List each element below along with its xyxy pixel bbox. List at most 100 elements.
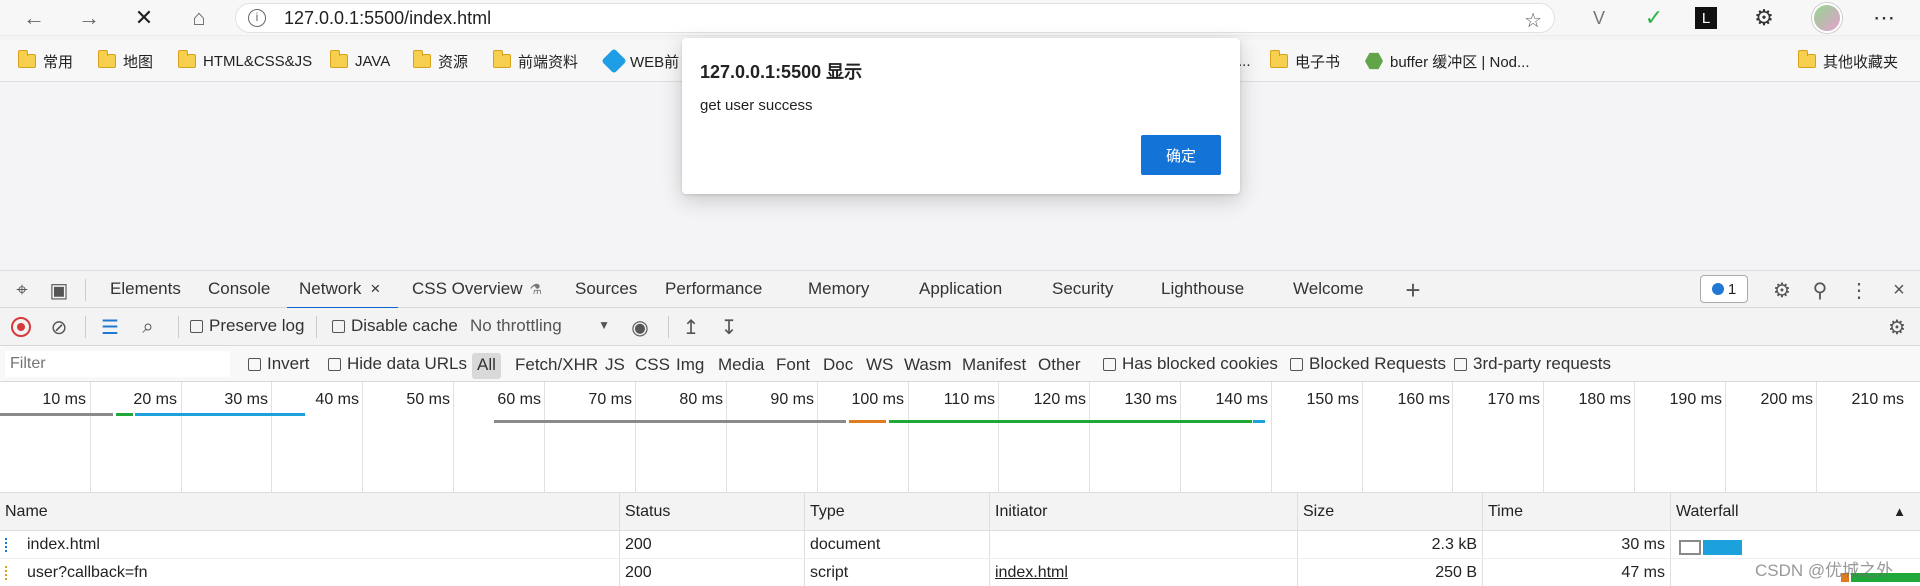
bookmark-html-css-js[interactable]: HTML&CSS&JS [178,49,312,73]
filter-font[interactable]: Font [771,353,815,379]
bookmark-web[interactable]: WEB前 [601,48,679,74]
puzzle-icon[interactable]: ⚙ [1750,5,1778,31]
tab-welcome[interactable]: Welcome [1293,279,1364,299]
waterfall-column-header[interactable]: Waterfall ▲ [1670,493,1920,530]
filter-other[interactable]: Other [1033,353,1086,379]
invert-checkbox[interactable]: Invert [248,354,310,374]
table-row[interactable]: user?callback=fn 200 script index.html 2… [0,559,1920,586]
messages-badge[interactable]: 1 [1700,275,1748,303]
record-icon[interactable] [11,317,31,337]
filter-all[interactable]: All [472,353,501,379]
tab-performance[interactable]: Performance [665,279,762,299]
filter-doc[interactable]: Doc [818,353,858,379]
bookmark-resources[interactable]: 资源 [413,49,468,73]
url-text[interactable]: 127.0.0.1:5500/index.html [284,8,491,29]
tab-network-label: Network [299,279,362,298]
filter-icon[interactable]: ☰ [98,315,122,339]
filter-input[interactable] [5,351,230,377]
checkbox-icon[interactable] [1103,357,1116,371]
checkbox-icon[interactable] [1454,357,1467,371]
clear-icon[interactable]: ⊘ [47,315,71,339]
search-icon[interactable]: ⌕ [136,315,160,339]
bookmark-common[interactable]: 常用 [18,49,73,73]
bookmark-other[interactable]: 其他收藏夹 [1798,49,1898,73]
filter-fetch-xhr[interactable]: Fetch/XHR [510,353,603,379]
size-column-header[interactable]: Size [1297,493,1482,530]
address-bar[interactable]: i 127.0.0.1:5500/index.html ☆ [235,3,1555,33]
customize-icon[interactable]: ⚲ [1808,278,1832,302]
tab-network[interactable]: Network × [286,279,399,309]
tab-application[interactable]: Application [919,279,1002,299]
request-name-cell[interactable]: index.html [0,531,619,558]
filter-wasm[interactable]: Wasm [899,353,957,379]
name-column-header[interactable]: Name [0,493,619,530]
request-name[interactable]: index.html [27,536,100,554]
checkbox-icon[interactable] [332,319,345,333]
inspect-icon[interactable]: ⌖ [10,278,34,302]
profile-avatar[interactable] [1812,3,1842,33]
filter-manifest[interactable]: Manifest [957,353,1031,379]
hide-data-urls-checkbox[interactable]: Hide data URLs [328,354,467,374]
close-icon[interactable]: × [370,279,380,298]
info-icon[interactable]: i [248,9,266,27]
bookmark-ebooks[interactable]: 电子书 [1270,49,1340,73]
blocked-cookies-checkbox[interactable]: Has blocked cookies [1103,354,1278,374]
checkbox-icon[interactable] [190,319,203,333]
time-column-header[interactable]: Time [1482,493,1670,530]
checkbox-icon[interactable] [1290,357,1303,371]
download-icon[interactable]: ↧ [717,315,741,339]
filter-js[interactable]: JS [600,353,630,379]
blocked-requests-checkbox[interactable]: Blocked Requests [1290,354,1446,374]
tab-security[interactable]: Security [1052,279,1113,299]
preserve-log-checkbox[interactable]: Preserve log [190,316,304,336]
bookmark-map[interactable]: 地图 [98,49,153,73]
checkbox-icon[interactable] [248,357,261,371]
initiator-column-header[interactable]: Initiator [989,493,1297,530]
filter-media[interactable]: Media [713,353,769,379]
favorite-icon[interactable]: ☆ [1524,8,1542,33]
table-row[interactable]: index.html 200 document 2.3 kB 30 ms [0,531,1920,559]
bookmark-buffer[interactable]: buffer 缓冲区 | Nod... [1365,49,1530,73]
tab-sources[interactable]: Sources [575,279,637,299]
tab-console[interactable]: Console [208,279,270,299]
more-options-icon[interactable]: ⋮ [1847,278,1871,302]
filter-css[interactable]: CSS [630,353,675,379]
extension-v-icon[interactable]: V [1585,5,1613,31]
bookmark-java[interactable]: JAVA [330,49,390,73]
stop-icon[interactable]: ✕ [130,5,158,31]
initiator-link[interactable]: index.html [995,564,1068,582]
close-devtools-icon[interactable]: × [1887,278,1911,302]
upload-icon[interactable]: ↥ [679,315,703,339]
device-toolbar-icon[interactable]: ▣ [47,278,71,302]
network-overview-timeline[interactable]: 10 ms 20 ms 30 ms 40 ms 50 ms 60 ms 70 m… [0,382,1920,493]
browser-menu-icon[interactable]: ⋯ [1870,5,1898,31]
waiting-waterfall-bar [1679,540,1701,555]
filter-img[interactable]: Img [671,353,709,379]
home-icon[interactable]: ⌂ [185,5,213,31]
forward-icon[interactable]: → [75,5,103,31]
shield-icon[interactable]: ✓ [1640,5,1668,31]
network-conditions-icon[interactable]: ◉ [628,315,652,339]
extension-l-icon[interactable]: L [1695,7,1717,29]
filter-ws[interactable]: WS [861,353,898,379]
throttling-select[interactable]: No throttling [470,316,610,336]
status-column-header[interactable]: Status [619,493,804,530]
bookmark-frontend-docs[interactable]: 前端资料 [493,49,578,73]
tab-lighthouse[interactable]: Lighthouse [1161,279,1244,299]
network-settings-icon[interactable]: ⚙ [1885,315,1909,339]
request-name[interactable]: user?callback=fn [27,564,148,582]
type-column-header[interactable]: Type [804,493,989,530]
add-tab-icon[interactable]: + [1401,275,1425,305]
sort-up-icon[interactable]: ▲ [1893,504,1906,519]
disable-cache-checkbox[interactable]: Disable cache [332,316,458,336]
request-name-cell[interactable]: user?callback=fn [0,559,619,586]
checkbox-icon[interactable] [328,357,341,371]
settings-icon[interactable]: ⚙ [1770,278,1794,302]
third-party-checkbox[interactable]: 3rd-party requests [1454,354,1611,374]
ok-button[interactable]: 确定 [1141,135,1221,175]
tab-elements[interactable]: Elements [110,279,181,299]
tab-css-overview[interactable]: CSS Overview ⚗ [412,279,542,299]
tab-memory[interactable]: Memory [808,279,869,299]
folder-icon [413,50,431,68]
back-icon[interactable]: ← [20,5,48,31]
